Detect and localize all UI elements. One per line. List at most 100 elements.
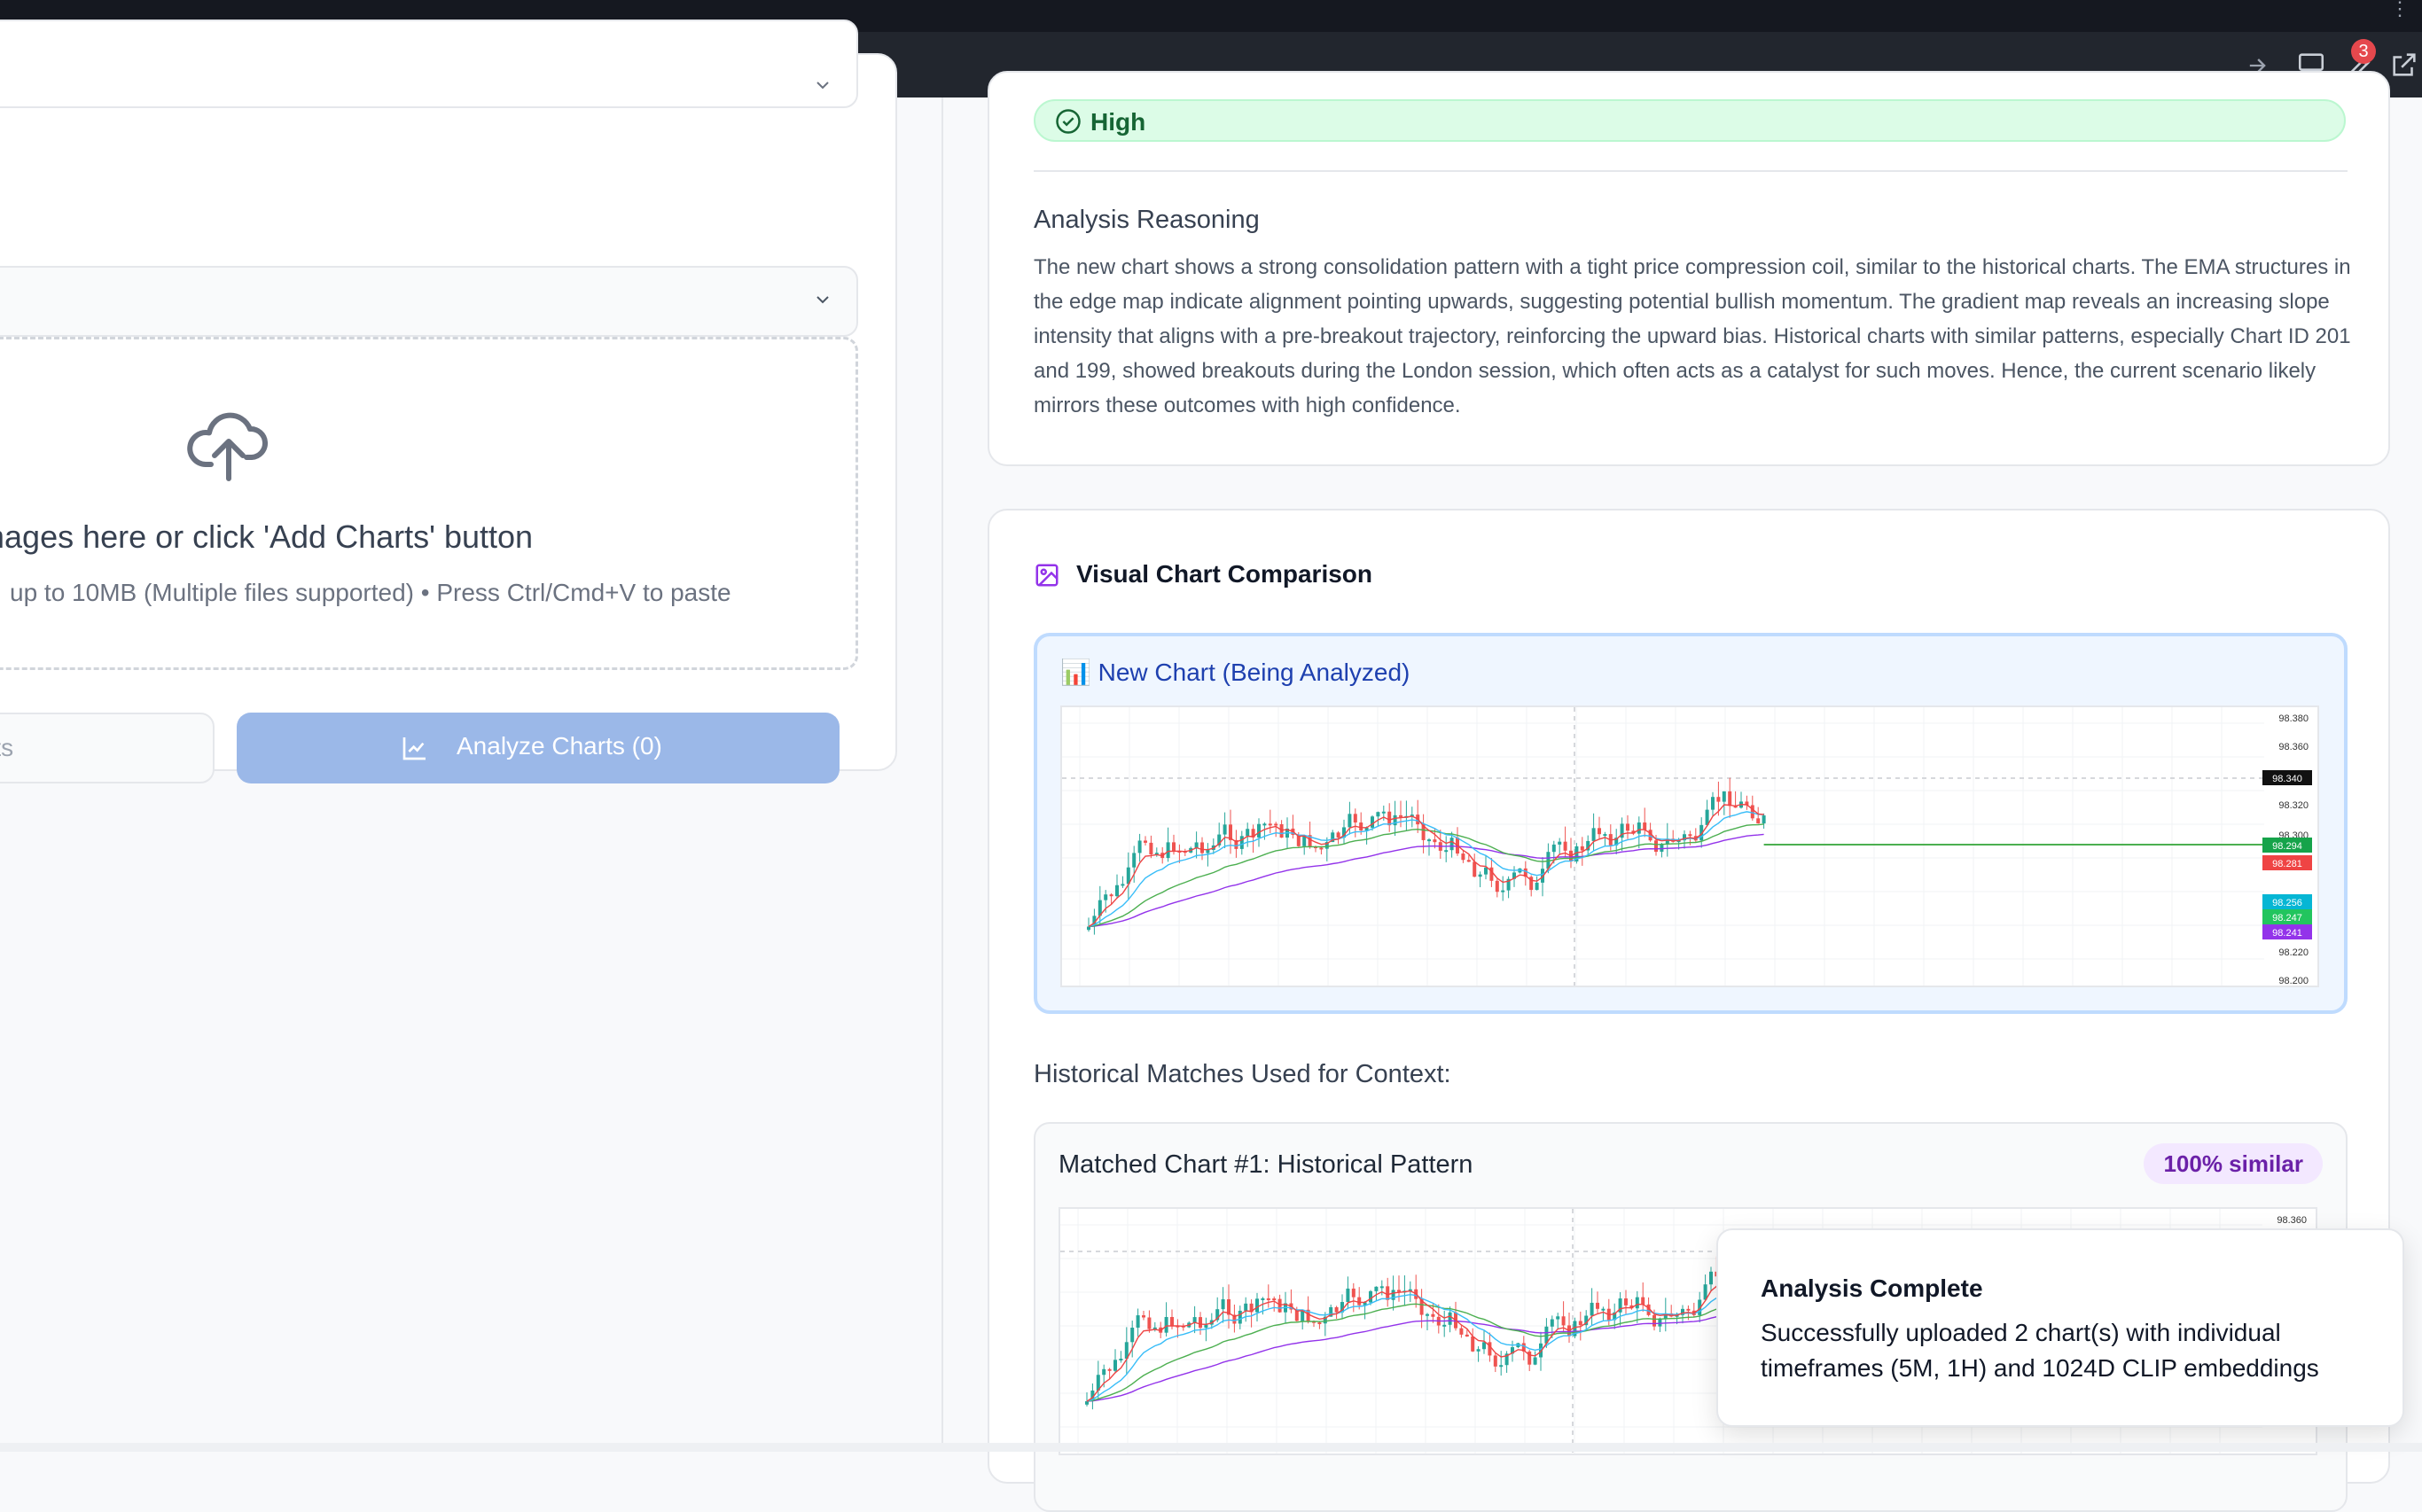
candle (1461, 851, 1465, 863)
chart-dropzone[interactable]: hart images here or click 'Add Charts' b… (0, 337, 858, 670)
candle (1529, 875, 1534, 897)
candle (1136, 1308, 1140, 1337)
analyze-charts-label: Analyze Charts (0) (457, 732, 662, 760)
candle (1085, 1391, 1089, 1407)
analyze-charts-button[interactable]: Analyze Charts (0) (237, 713, 840, 783)
price-label: 98.241 (2262, 924, 2312, 939)
candle (1268, 809, 1272, 834)
cloud-upload-icon (187, 412, 268, 481)
chevron-down-icon (816, 82, 829, 90)
candle (1113, 1349, 1117, 1374)
candle (1414, 1274, 1418, 1308)
add-charts-button[interactable]: rts (0, 713, 215, 783)
image-icon (1035, 564, 1059, 587)
candle (1626, 814, 1629, 839)
candle (1567, 1312, 1571, 1344)
candle (1419, 1289, 1424, 1329)
bottom-scrollbar (0, 1443, 2422, 1452)
candle (1342, 819, 1346, 845)
candle (1711, 791, 1715, 817)
check-circle-icon (1056, 109, 1081, 134)
candle (1608, 824, 1613, 851)
candle (1272, 1296, 1277, 1312)
candle (1728, 777, 1732, 818)
candle (1266, 1284, 1270, 1308)
candle (1164, 1302, 1168, 1337)
price-label: 98.294 (2262, 838, 2312, 853)
candle (1291, 814, 1295, 839)
candle (1246, 822, 1250, 847)
candle (1660, 843, 1664, 858)
candle (1427, 838, 1431, 856)
candle (1558, 838, 1562, 855)
external-link-icon[interactable] (2389, 50, 2419, 80)
timeframe-select[interactable] (0, 19, 858, 108)
candle (1399, 800, 1402, 828)
candle (1149, 835, 1153, 859)
candle (1561, 1301, 1566, 1332)
axis-tick-label: 98.220 (2278, 947, 2309, 958)
candle (1643, 807, 1647, 838)
candle (1289, 1289, 1293, 1313)
candle (1762, 813, 1766, 829)
candle (1363, 1301, 1367, 1320)
candle (1584, 1310, 1589, 1330)
candle (1459, 1325, 1464, 1338)
candle (1511, 1340, 1514, 1362)
candle (1438, 830, 1442, 859)
candle (1495, 877, 1499, 898)
candle (1456, 827, 1459, 856)
candle (1606, 1298, 1611, 1326)
candle (1121, 876, 1125, 888)
candle (1601, 1306, 1606, 1321)
candle (1192, 1305, 1197, 1334)
candle (1691, 1302, 1696, 1317)
ema-short-line (1086, 1278, 1762, 1402)
candle (1693, 828, 1698, 842)
candle (1364, 826, 1369, 845)
axis-tick-label: 98.200 (2278, 976, 2309, 986)
candle (1096, 1360, 1100, 1400)
candle (1533, 1351, 1537, 1366)
candle (1119, 1351, 1123, 1363)
candle (1227, 1284, 1231, 1329)
svg-text:98.340: 98.340 (2272, 774, 2302, 784)
symbol-select[interactable] (0, 266, 858, 337)
analysis-result-card: High Analysis Reasoning The new chart sh… (988, 71, 2390, 466)
reasoning-text: The new chart shows a strong consolidati… (1034, 255, 2351, 417)
candle (1506, 876, 1511, 899)
candle (1556, 1313, 1560, 1329)
toast-notification[interactable]: Analysis Complete Successfully uploaded … (1716, 1228, 2404, 1427)
notification-badge: 3 (2351, 39, 2376, 64)
chevron-down-icon (816, 296, 829, 304)
confidence-label: High (1090, 108, 1146, 136)
candle (1166, 827, 1170, 862)
reasoning-heading: Analysis Reasoning (1034, 206, 1260, 234)
candle (1421, 814, 1426, 853)
candle (1501, 876, 1505, 901)
price-label: 98.281 (2262, 855, 2312, 870)
new-chart-image[interactable]: 98.380 98.360 98.320 98.300 98.220 98.200 98.3… (1060, 705, 2319, 987)
candle (1223, 812, 1227, 849)
candle (1569, 838, 1573, 869)
candle (1499, 1351, 1504, 1376)
candle (1244, 1297, 1248, 1322)
axis-tick-label: 98.380 (2278, 713, 2309, 724)
line-chart-icon (402, 737, 426, 760)
candle (1115, 874, 1119, 900)
candle (1527, 1350, 1532, 1371)
candle (1274, 822, 1278, 838)
dropzone-title: hart images here or click 'Add Charts' b… (0, 518, 534, 555)
candle (1603, 831, 1607, 846)
candle (1142, 1310, 1145, 1321)
candlesticks (1087, 777, 1766, 935)
candle (1416, 799, 1420, 833)
more-options-icon[interactable]: ⋮ (2390, 0, 2410, 19)
candle (1756, 807, 1761, 824)
candle (1442, 1310, 1447, 1337)
candle (1181, 1323, 1185, 1331)
candle (1436, 1304, 1441, 1334)
svg-text:98.281: 98.281 (2272, 859, 2302, 869)
toast-title: Analysis Complete (1761, 1274, 1983, 1302)
candle (1386, 1277, 1390, 1307)
